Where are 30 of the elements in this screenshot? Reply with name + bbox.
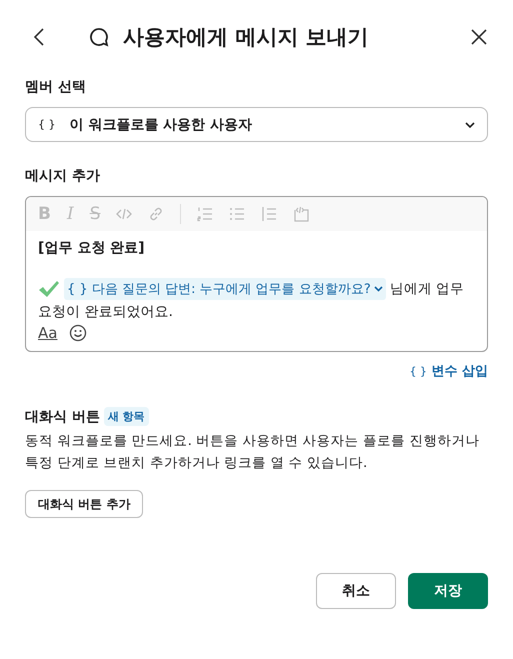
chevron-left-icon <box>33 27 45 47</box>
section-title: 대화식 버튼 <box>25 408 100 426</box>
formatting-button[interactable]: Aa <box>38 324 58 342</box>
insert-variable-link[interactable]: { } 변수 삽입 <box>409 362 488 380</box>
caret-icon <box>374 286 383 292</box>
field-label: 멤버 선택 <box>25 78 87 96</box>
bulleted-list-icon[interactable] <box>229 206 246 222</box>
message-editor[interactable]: B I S [업무 요청 완료] { } 다음 질문의 답변: 누구에게 업무를 요청할까요? 님에게 업무 요청이 완료되었어요. Aa <box>25 196 488 352</box>
close-icon <box>471 29 487 45</box>
variable-chip[interactable]: { } 다음 질문의 답변: 누구에게 업무를 요청할까요? <box>64 278 386 300</box>
message-text: 님에게 업무 <box>390 280 464 298</box>
cancel-button[interactable]: 취소 <box>316 573 396 609</box>
numbered-list-icon[interactable] <box>197 206 214 222</box>
quote-icon[interactable] <box>261 206 278 222</box>
code-icon[interactable] <box>116 208 132 220</box>
link-icon[interactable] <box>148 206 164 222</box>
caret-icon <box>465 122 475 128</box>
add-button[interactable]: 대화식 버튼 추가 <box>25 490 144 518</box>
field-label: 메시지 추가 <box>25 167 101 185</box>
message-text: 요청이 완료되었어요. <box>38 303 174 322</box>
emoji-icon[interactable] <box>69 324 88 342</box>
new-badge: 새 항목 <box>104 407 149 426</box>
member-dropdown[interactable]: { } 이 워크플로를 사용한 사용자 <box>25 107 488 142</box>
section-description: 동적 워크플로를 만드세요. 버튼을 사용하면 사용자는 플로를 진행하거나 특정 단계로 브랜치 추가하거나 링크를 열 수 있습니다. <box>25 432 480 473</box>
save-button[interactable]: 저장 <box>408 573 488 609</box>
code-block-icon[interactable] <box>293 206 310 222</box>
check-mark-icon <box>38 280 60 298</box>
message-heading: [업무 요청 완료] <box>38 239 146 257</box>
window-title: 사용자에게 메시지 보내기 <box>123 24 370 51</box>
speech-bubble-icon <box>89 27 109 47</box>
